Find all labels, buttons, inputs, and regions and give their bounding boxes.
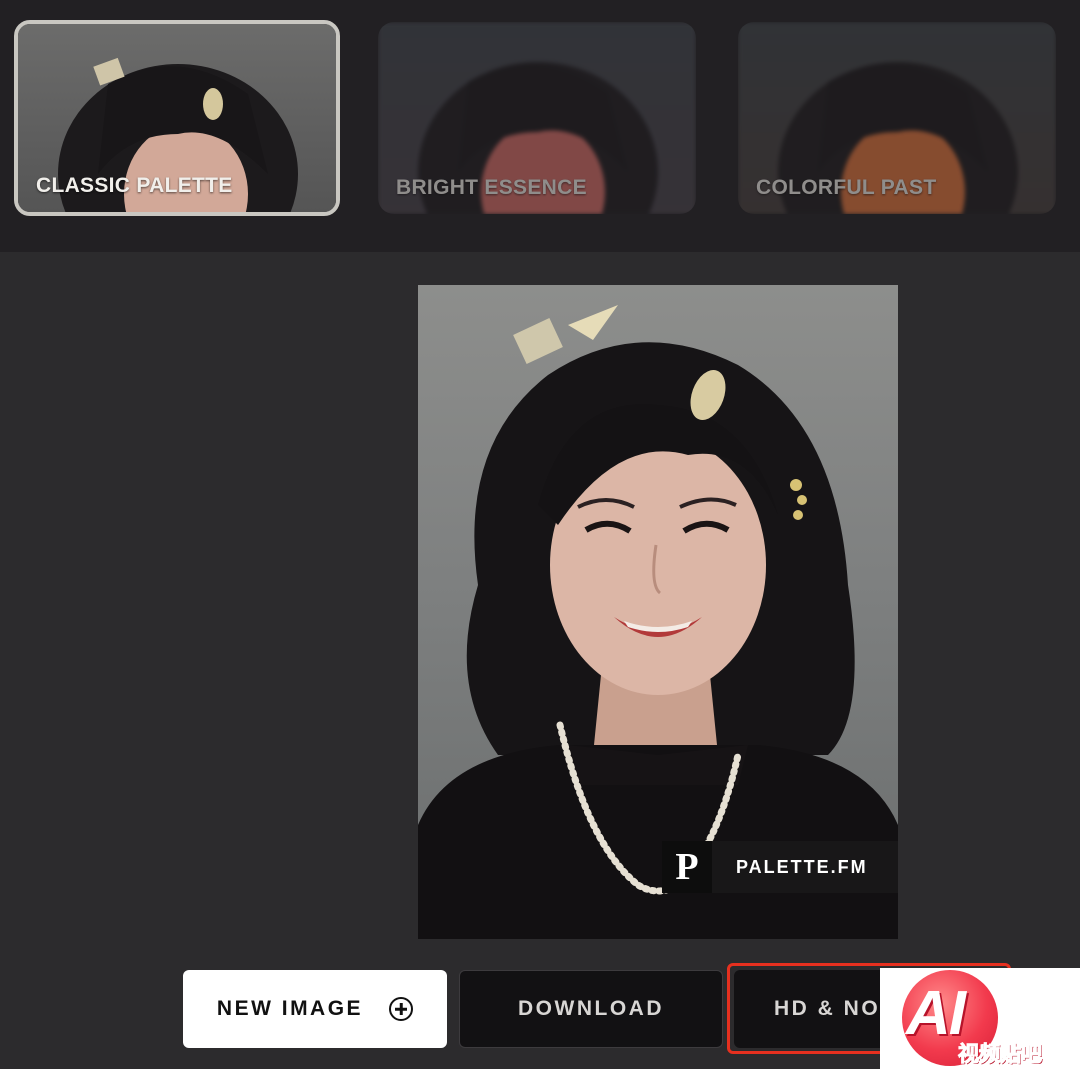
colorized-photo: P PALETTE.FM (418, 285, 898, 939)
app-stage: CLASSIC PALETTE BRIGHT ESSENCE COLORFUL … (0, 0, 1080, 1069)
filter-label: COLORFUL PAST (756, 176, 937, 199)
badge-cn-text: 视频贴吧 (958, 1043, 1043, 1067)
filter-card-classic-palette[interactable]: CLASSIC PALETTE (14, 20, 340, 216)
filter-strip: CLASSIC PALETTE BRIGHT ESSENCE COLORFUL … (0, 0, 1080, 252)
filter-label: BRIGHT ESSENCE (396, 176, 587, 199)
plus-circle-icon (389, 997, 414, 1021)
ai-video-badge: AI 视频贴吧 (880, 968, 1080, 1069)
badge-ai-text: AI (906, 979, 966, 1048)
filter-label: CLASSIC PALETTE (36, 174, 233, 197)
download-button[interactable]: DOWNLOAD (459, 970, 723, 1048)
filter-card-colorful-past[interactable]: COLORFUL PAST (738, 22, 1056, 214)
new-image-button[interactable]: NEW IMAGE (183, 970, 447, 1048)
filter-card-bright-essence[interactable]: BRIGHT ESSENCE (378, 22, 696, 214)
palette-watermark: P PALETTE.FM (662, 841, 898, 893)
new-image-label: NEW IMAGE (216, 997, 364, 1020)
download-label: DOWNLOAD (518, 997, 664, 1020)
palette-logo-icon: P (662, 841, 712, 893)
hd-label: HD & NO (774, 997, 881, 1020)
watermark-text: PALETTE.FM (736, 856, 868, 877)
